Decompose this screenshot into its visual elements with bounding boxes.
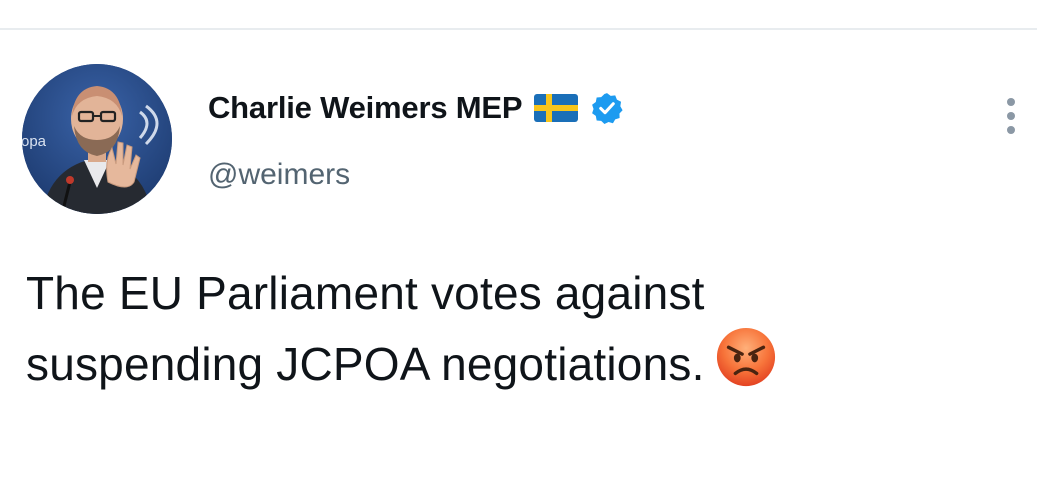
avatar-photo: ropa (22, 64, 172, 214)
tweet-text-line-2-wrap: suspending JCPOA negotiations. (26, 326, 1026, 397)
more-dot (1007, 98, 1015, 106)
angry-face-emoji (715, 326, 777, 388)
verified-badge-icon (590, 91, 624, 125)
tweet-text: The EU Parliament votes against suspendi… (26, 260, 1026, 397)
more-dot (1007, 112, 1015, 120)
avatar[interactable]: ropa (22, 64, 172, 214)
more-options-icon[interactable] (994, 92, 1028, 140)
author-handle[interactable]: @weimers (208, 158, 350, 192)
tweet-text-line-2: suspending JCPOA negotiations. (26, 338, 705, 390)
avatar-background-text: ropa (22, 133, 47, 150)
sweden-flag-icon (534, 92, 579, 124)
author-name-row: Charlie Weimers MEP (208, 84, 624, 132)
tweet-text-line-1: The EU Parliament votes against (26, 267, 705, 319)
tweet-card[interactable]: ropa Charlie Weimers MEP (0, 30, 1037, 478)
display-name[interactable]: Charlie Weimers MEP (208, 90, 523, 126)
more-dot (1007, 126, 1015, 134)
